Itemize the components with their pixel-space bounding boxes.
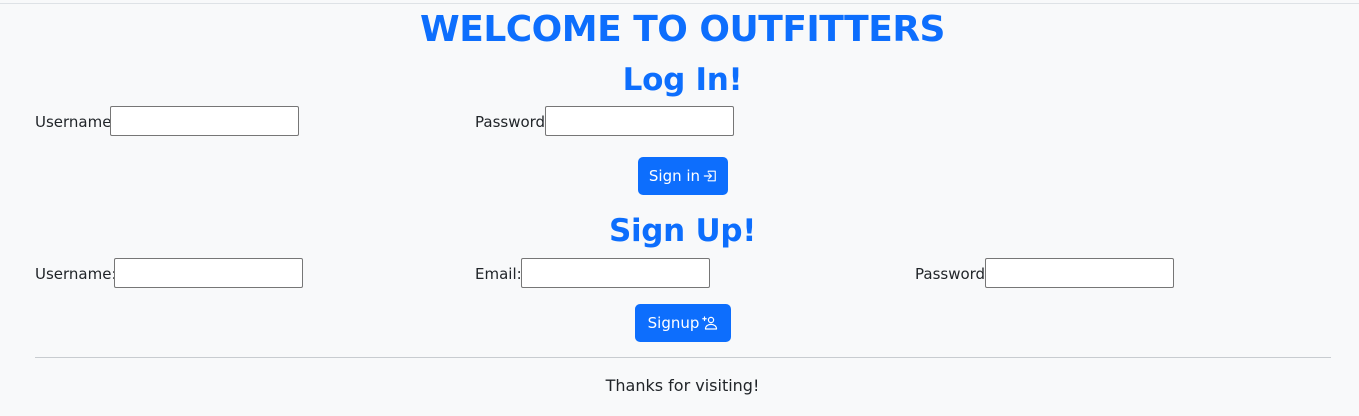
signup-username-label: Username: (35, 265, 117, 283)
signup-password-input[interactable] (985, 258, 1174, 288)
divider (35, 357, 1331, 358)
sign-in-button-label: Sign in (648, 167, 701, 185)
login-username-input[interactable] (110, 106, 299, 136)
person-add-icon (702, 315, 718, 331)
footer-text: Thanks for visiting! (605, 376, 760, 395)
page-title: WELCOME TO OUTFITTERS (420, 9, 945, 50)
signup-button-label: Signup (647, 314, 700, 332)
login-password-input[interactable] (545, 106, 734, 136)
box-arrow-in-right-icon (703, 169, 717, 183)
signup-email-input[interactable] (521, 258, 710, 288)
login-heading: Log In! (622, 62, 743, 98)
signup-username-input[interactable] (114, 258, 303, 288)
signup-heading: Sign Up! (608, 213, 757, 249)
top-border (0, 3, 1359, 4)
signup-email-label: Email: (475, 265, 522, 283)
sign-in-button[interactable]: Sign in (638, 157, 728, 195)
signup-password-label: Password (915, 265, 986, 283)
login-username-label: Username (35, 113, 112, 131)
signup-button[interactable]: Signup (635, 304, 731, 342)
login-password-label: Password (475, 113, 546, 131)
